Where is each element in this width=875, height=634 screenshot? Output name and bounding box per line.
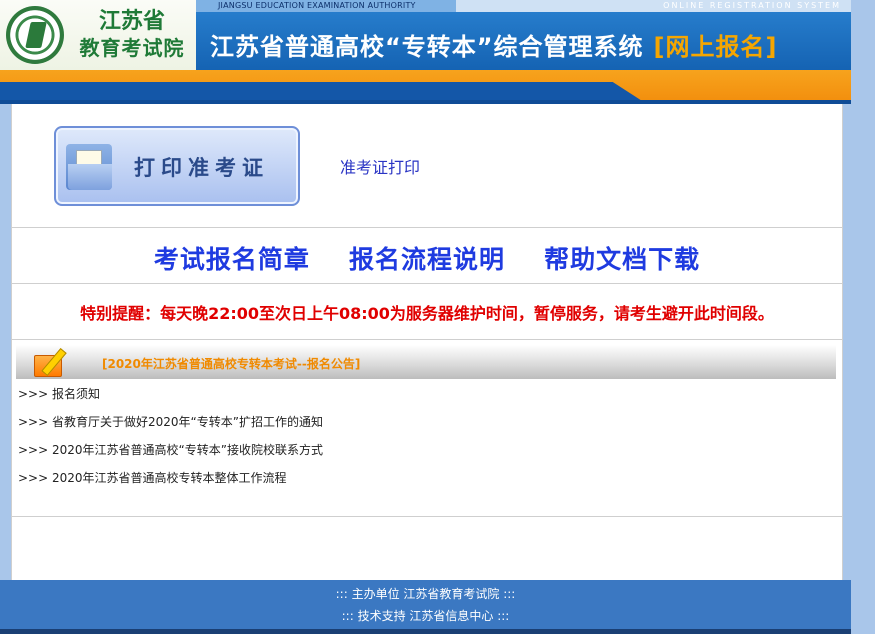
announcement-item[interactable]: >>> 2020年江苏省普通高校“专转本”接收院校联系方式: [18, 441, 323, 469]
print-admission-link[interactable]: 准考证打印: [340, 154, 420, 178]
announcement-item[interactable]: >>> 2020年江苏省普通高校专转本整体工作流程: [18, 469, 323, 497]
maintenance-notice: 特别提醒：每天晚22:00至次日上午08:00为服务器维护时间，暂停服务，请考生…: [80, 304, 774, 323]
print-admission-button-label: 打印准考证: [134, 156, 269, 180]
header-banner: 江苏省 教育考试院 JIANGSU EDUCATION EXAMINATION …: [0, 0, 851, 70]
announcement-list: >>> 报名须知 >>> 省教育厅关于做好2020年“专转本”扩招工作的通知 >…: [18, 385, 323, 497]
folder-icon: [66, 140, 114, 192]
announcement-item[interactable]: >>> 省教育厅关于做好2020年“专转本”扩招工作的通知: [18, 413, 323, 441]
registration-process-link[interactable]: 报名流程说明: [349, 240, 505, 276]
logo: 江苏省 教育考试院: [0, 0, 196, 70]
announcement-section: [2020年江苏省普通高校专转本考试--报名公告] >>> 报名须知 >>> 省…: [12, 340, 842, 517]
announcement-item[interactable]: >>> 报名须知: [18, 385, 323, 413]
logo-line1: 江苏省: [98, 8, 165, 34]
footer: ::: 主办单位 江苏省教育考试院 ::: ::: 技术支持 江苏省信息中心 :…: [0, 580, 851, 634]
logo-text: 江苏省 教育考试院: [70, 8, 194, 62]
print-admission-section: 打印准考证 准考证打印: [12, 104, 842, 228]
english-system-name: ONLINE REGISTRATION SYSTEM: [663, 1, 841, 10]
main-content: 打印准考证 准考证打印 考试报名简章 报名流程说明 帮助文档下载 特别提醒：每天…: [11, 104, 843, 580]
emblem-icon: [6, 6, 64, 64]
system-title-text: 江苏省普通高校“专转本”综合管理系统: [210, 33, 644, 61]
announcement-title[interactable]: [2020年江苏省普通高校专转本考试--报名公告]: [102, 355, 360, 372]
logo-line2: 教育考试院: [79, 36, 185, 60]
pencil-note-icon: [30, 347, 70, 379]
header-stripe: [0, 70, 851, 104]
announcement-header: [2020年江苏省普通高校专转本考试--报名公告]: [16, 345, 836, 379]
print-admission-button[interactable]: 打印准考证: [54, 126, 300, 206]
footer-tech-support: ::: 技术支持 江苏省信息中心 :::: [341, 609, 510, 623]
nav-links: 考试报名简章 报名流程说明 帮助文档下载: [12, 240, 842, 276]
help-docs-download-link[interactable]: 帮助文档下载: [544, 240, 700, 276]
footer-organizer: ::: 主办单位 江苏省教育考试院 :::: [335, 587, 516, 601]
exam-brochure-link[interactable]: 考试报名简章: [154, 240, 310, 276]
online-registration-tag: [网上报名]: [653, 33, 778, 61]
maintenance-notice-section: 特别提醒：每天晚22:00至次日上午08:00为服务器维护时间，暂停服务，请考生…: [12, 284, 842, 340]
title-band: JIANGSU EDUCATION EXAMINATION AUTHORITY …: [196, 0, 851, 70]
system-title: 江苏省普通高校“专转本”综合管理系统 [网上报名]: [210, 27, 777, 62]
nav-links-section: 考试报名简章 报名流程说明 帮助文档下载: [12, 228, 842, 284]
english-authority-name: JIANGSU EDUCATION EXAMINATION AUTHORITY: [218, 1, 416, 10]
